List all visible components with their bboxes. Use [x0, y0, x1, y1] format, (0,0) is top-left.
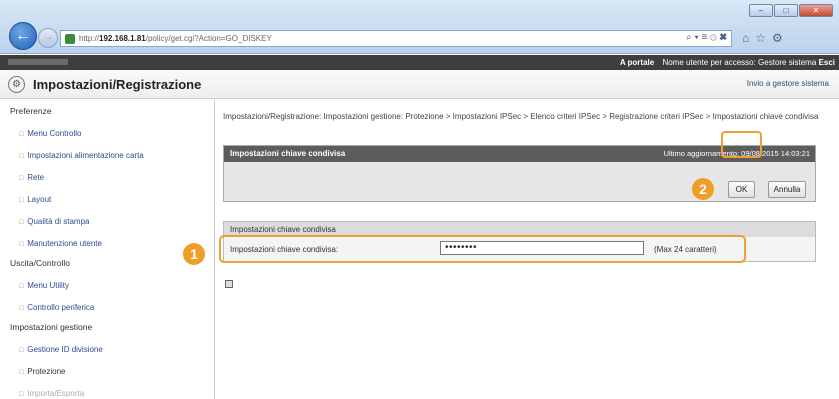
maximize-button[interactable]: □ — [774, 4, 798, 17]
sidebar-item-manutenzione-utente[interactable]: Manutenzione utente — [0, 238, 214, 249]
cancel-button[interactable]: Annulla — [768, 181, 806, 198]
logout-link[interactable]: Esci — [819, 58, 835, 67]
sidebar-item-layout[interactable]: Layout — [0, 194, 214, 205]
sidebar-item-controllo-periferica[interactable]: Controllo periferica — [0, 302, 214, 313]
portal-link[interactable]: A portale — [620, 58, 654, 67]
sidebar-section-title: Preferenze — [10, 106, 52, 116]
sidebar-item-qualita-stampa[interactable]: Qualità di stampa — [0, 216, 214, 227]
main-content: Impostazioni/Registrazione: Impostazioni… — [216, 100, 839, 399]
step-marker-1: 1 — [183, 243, 205, 265]
settings-gear-icon: ⚙ — [8, 76, 25, 93]
sidebar-item-menu-controllo[interactable]: Menu Controllo — [0, 128, 214, 139]
sidebar-section-title: Uscita/Controllo — [10, 258, 70, 268]
browser-chrome: – □ ✕ ← → http://192.168.1.81/policy/get… — [0, 0, 839, 54]
page-title: Impostazioni/Registrazione — [33, 77, 202, 92]
sidebar-section-title: Impostazioni gestione — [10, 322, 93, 332]
star-icon[interactable]: ☆ — [755, 31, 766, 45]
send-to-admin-link[interactable]: Invio a gestore sistema — [747, 79, 829, 88]
user-label: Nome utente per accesso: Gestore sistema — [662, 58, 817, 67]
forward-arrow-icon[interactable]: → — [38, 28, 58, 48]
sidebar-item-protezione[interactable]: Protezione — [0, 366, 214, 377]
sidebar-item-gestione-id[interactable]: Gestione ID divisione — [0, 344, 214, 355]
print-icon[interactable] — [225, 280, 233, 288]
window-controls: – □ ✕ — [749, 4, 833, 17]
home-icon[interactable]: ⌂ — [742, 31, 749, 45]
page-header: ⚙ Impostazioni/Registrazione Invio a ges… — [0, 70, 839, 99]
top-bar: A portale Nome utente per accesso: Gesto… — [0, 55, 839, 70]
toolbar-icons: ⌂ ☆ ⚙ — [742, 31, 783, 45]
close-window-button[interactable]: ✕ — [799, 4, 833, 17]
site-favicon-icon — [65, 33, 75, 44]
sidebar-item-menu-utility[interactable]: Menu Utility — [0, 280, 214, 291]
sidebar-item-alimentazione-carta[interactable]: Impostazioni alimentazione carta — [0, 150, 214, 161]
row-highlight — [219, 235, 746, 263]
address-bar[interactable]: http://192.168.1.81/policy/get.cgi?Actio… — [60, 30, 732, 47]
step-marker-2: 2 — [692, 178, 714, 200]
ok-button[interactable]: OK — [728, 181, 755, 198]
breadcrumb: Impostazioni/Registrazione: Impostazioni… — [223, 112, 819, 121]
gear-icon[interactable]: ⚙ — [772, 31, 783, 45]
sidebar-item-rete[interactable]: Rete — [0, 172, 214, 183]
sidebar-item-importa-esporta[interactable]: Importa/Esporta — [0, 388, 214, 399]
panel-title: Impostazioni chiave condivisa — [230, 149, 346, 158]
minimize-button[interactable]: – — [749, 4, 773, 17]
url-text: http://192.168.1.81/policy/get.cgi?Actio… — [79, 34, 272, 43]
back-arrow-icon[interactable]: ← — [9, 22, 37, 50]
brand-logo — [8, 59, 68, 65]
address-tools-icons[interactable]: ⌕ ▾ ≡ ⊙ ✖ — [686, 32, 727, 43]
ok-highlight — [721, 131, 762, 158]
